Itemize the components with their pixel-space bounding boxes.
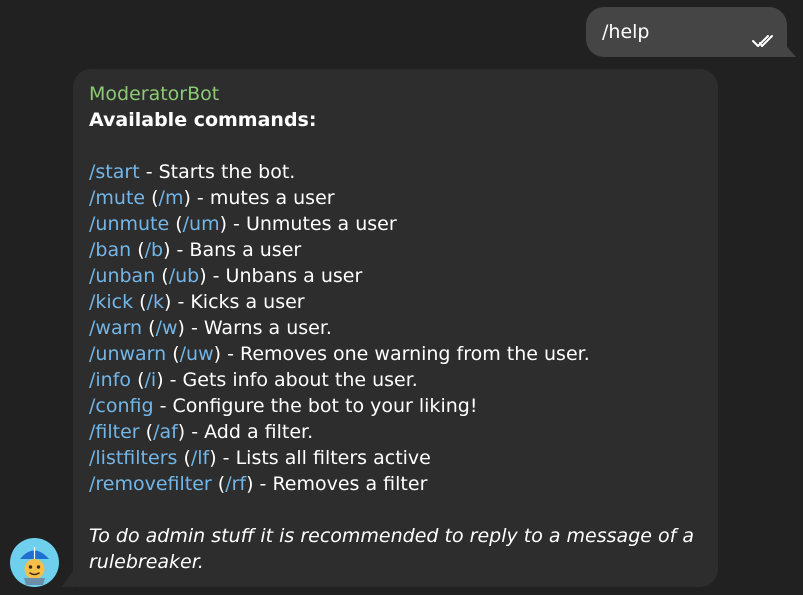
alias-open-paren: ( bbox=[169, 213, 183, 235]
command-alias-link[interactable]: /af bbox=[153, 421, 178, 443]
command-description: - Starts the bot. bbox=[139, 161, 296, 183]
command-alias-link[interactable]: /k bbox=[147, 291, 164, 313]
command-line: /config - Configure the bot to your liki… bbox=[89, 393, 702, 419]
command-description: ) - Bans a user bbox=[163, 239, 302, 261]
command-link[interactable]: /mute bbox=[89, 187, 145, 209]
command-line: /info (/i) - Gets info about the user. bbox=[89, 367, 702, 393]
command-alias-link[interactable]: /b bbox=[145, 239, 163, 261]
command-description: ) - Gets info about the user. bbox=[156, 369, 418, 391]
alias-open-paren: ( bbox=[139, 421, 154, 443]
command-description: ) - mutes a user bbox=[183, 187, 335, 209]
command-alias-link[interactable]: /um bbox=[183, 213, 220, 235]
command-line: /kick (/k) - Kicks a user bbox=[89, 289, 702, 315]
command-line: /unban (/ub) - Unbans a user bbox=[89, 263, 702, 289]
command-line: /listfilters (/lf) - Lists all filters a… bbox=[89, 445, 702, 471]
command-description: ) - Add a filter. bbox=[177, 421, 314, 443]
command-line: /warn (/w) - Warns a user. bbox=[89, 315, 702, 341]
double-check-icon bbox=[752, 35, 773, 47]
command-link[interactable]: /unban bbox=[89, 265, 155, 287]
command-line: /unwarn (/uw) - Removes one warning from… bbox=[89, 341, 702, 367]
outgoing-message[interactable]: /help bbox=[586, 7, 787, 57]
admin-note: To do admin stuff it is recommended to r… bbox=[89, 525, 694, 573]
command-alias-link[interactable]: /i bbox=[145, 369, 157, 391]
bot-avatar-icon[interactable] bbox=[10, 538, 59, 587]
command-alias-link[interactable]: /uw bbox=[180, 343, 214, 365]
command-alias-link[interactable]: /m bbox=[159, 187, 184, 209]
command-line: /mute (/m) - mutes a user bbox=[89, 185, 702, 211]
alias-open-paren: ( bbox=[133, 291, 147, 313]
command-list: /start - Starts the bot./mute (/m) - mut… bbox=[89, 159, 702, 497]
incoming-message[interactable]: ModeratorBot Available commands: /start … bbox=[73, 69, 718, 587]
command-link[interactable]: /info bbox=[89, 369, 131, 391]
alias-open-paren: ( bbox=[177, 447, 191, 469]
command-alias-link[interactable]: /rf bbox=[225, 473, 246, 495]
command-link[interactable]: /ban bbox=[89, 239, 131, 261]
alias-open-paren: ( bbox=[166, 343, 180, 365]
command-alias-link[interactable]: /ub bbox=[169, 265, 200, 287]
command-description: ) - Lists all filters active bbox=[209, 447, 431, 469]
command-link[interactable]: /start bbox=[89, 161, 140, 183]
alias-open-paren: ( bbox=[142, 317, 156, 339]
sender-name[interactable]: ModeratorBot bbox=[89, 81, 702, 107]
outgoing-message-text: /help bbox=[602, 21, 650, 43]
command-description: ) - Removes one warning from the user. bbox=[213, 343, 590, 365]
alias-open-paren: ( bbox=[131, 369, 145, 391]
outgoing-bubble-tail bbox=[780, 39, 796, 57]
alias-open-paren: ( bbox=[155, 265, 169, 287]
command-description: ) - Warns a user. bbox=[177, 317, 332, 339]
command-description: ) - Unbans a user bbox=[199, 265, 363, 287]
command-line: /start - Starts the bot. bbox=[89, 159, 702, 185]
alias-open-paren: ( bbox=[211, 473, 226, 495]
command-alias-link[interactable]: /w bbox=[156, 317, 178, 339]
command-link[interactable]: /warn bbox=[89, 317, 142, 339]
command-line: /filter (/af) - Add a filter. bbox=[89, 419, 702, 445]
command-link[interactable]: /listfilters bbox=[89, 447, 177, 469]
command-description: ) - Removes a filter bbox=[246, 473, 428, 495]
command-line: /removefilter (/rf) - Removes a filter bbox=[89, 471, 702, 497]
command-link[interactable]: /unmute bbox=[89, 213, 169, 235]
alias-open-paren: ( bbox=[145, 187, 159, 209]
command-link[interactable]: /filter bbox=[89, 421, 140, 443]
command-description: ) - Kicks a user bbox=[164, 291, 305, 313]
command-line: /unmute (/um) - Unmutes a user bbox=[89, 211, 702, 237]
message-heading: Available commands: bbox=[89, 109, 317, 131]
command-description: - Configure the bot to your liking! bbox=[153, 395, 478, 417]
command-line: /ban (/b) - Bans a user bbox=[89, 237, 702, 263]
alias-open-paren: ( bbox=[131, 239, 145, 261]
command-link[interactable]: /unwarn bbox=[89, 343, 166, 365]
incoming-bubble-tail bbox=[62, 569, 74, 587]
command-link[interactable]: /removefilter bbox=[89, 473, 212, 495]
bot-avatar-art bbox=[20, 547, 49, 585]
command-link[interactable]: /kick bbox=[89, 291, 133, 313]
command-alias-link[interactable]: /lf bbox=[191, 447, 209, 469]
command-link[interactable]: /config bbox=[89, 395, 154, 417]
command-description: ) - Unmutes a user bbox=[219, 213, 397, 235]
